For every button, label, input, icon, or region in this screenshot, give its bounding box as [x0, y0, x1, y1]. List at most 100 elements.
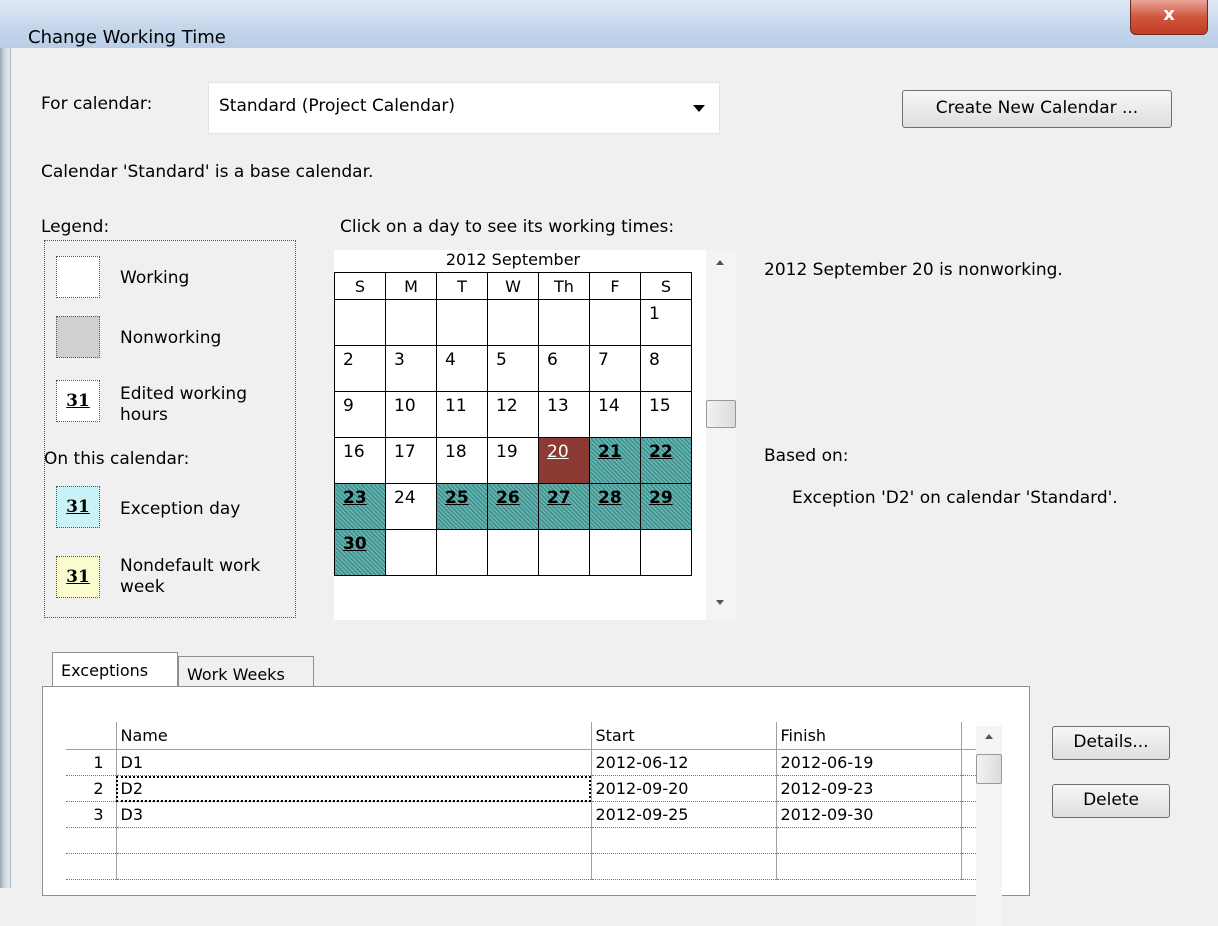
calendar-day[interactable]: 15	[640, 391, 692, 438]
day-number: 10	[394, 396, 416, 416]
calendar-day[interactable]: 30	[334, 529, 386, 576]
calendar-day[interactable]: 19	[487, 437, 539, 484]
working-swatch	[56, 256, 100, 298]
calendar-day[interactable]: 5	[487, 345, 539, 392]
empty-cell[interactable]	[776, 853, 962, 880]
column-header-start[interactable]: Start	[591, 722, 777, 750]
table-scrollbar[interactable]	[976, 726, 1002, 926]
base-calendar-note: Calendar 'Standard' is a base calendar.	[41, 162, 374, 182]
empty-table-row[interactable]	[66, 827, 996, 854]
calendar-day[interactable]: 14	[589, 391, 641, 438]
table-row[interactable]: 1 D1 2012-06-12 2012-06-19	[66, 749, 996, 776]
create-new-calendar-button[interactable]: Create New Calendar ...	[902, 90, 1172, 128]
calendar-day[interactable]: 21	[589, 437, 641, 484]
scroll-thumb[interactable]	[706, 400, 736, 428]
day-number: 13	[547, 396, 569, 416]
on-this-calendar-label: On this calendar:	[44, 449, 190, 469]
calendar-day[interactable]: 18	[436, 437, 488, 484]
calendar-day[interactable]: 13	[538, 391, 590, 438]
calendar-day[interactable]: 1	[640, 299, 692, 346]
exception-finish-cell[interactable]: 2012-09-23	[776, 775, 962, 802]
exception-name-cell[interactable]: D2	[116, 775, 592, 802]
empty-cell[interactable]	[591, 853, 777, 880]
empty-cell[interactable]	[591, 827, 777, 854]
day-number: 1	[649, 304, 660, 324]
calendar-select[interactable]: Standard (Project Calendar)	[208, 82, 720, 134]
calendar-day[interactable]: 4	[436, 345, 488, 392]
calendar-day[interactable]: 6	[538, 345, 590, 392]
calendar-day[interactable]: 12	[487, 391, 539, 438]
calendar-day[interactable]: 23	[334, 483, 386, 530]
calendar-day[interactable]: 25	[436, 483, 488, 530]
column-header-name[interactable]: Name	[116, 722, 592, 750]
table-row[interactable]: 3 D3 2012-09-25 2012-09-30	[66, 801, 996, 828]
details-button[interactable]: Details...	[1052, 726, 1170, 760]
edited-hours-swatch: 31	[56, 380, 100, 422]
scroll-up-icon[interactable]	[716, 260, 724, 265]
nonworking-swatch	[56, 316, 100, 358]
calendar-day[interactable]: 22	[640, 437, 692, 484]
tab-exceptions[interactable]: Exceptions	[52, 652, 178, 686]
empty-cell[interactable]	[776, 827, 962, 854]
month-calendar[interactable]: 2012 September S M T W Th F S 1 2 3 4 5 6 7 8 9 10 11 12 13…	[334, 250, 706, 620]
exception-finish-cell[interactable]: 2012-09-30	[776, 801, 962, 828]
calendar-day[interactable]: 28	[589, 483, 641, 530]
delete-button[interactable]: Delete	[1052, 784, 1170, 818]
exception-start-cell[interactable]: 2012-06-12	[591, 749, 777, 776]
weekday-header: Th	[538, 272, 590, 300]
scroll-up-icon[interactable]	[985, 734, 993, 739]
empty-cell[interactable]	[116, 827, 592, 854]
based-on-value: Exception 'D2' on calendar 'Standard'.	[792, 488, 1118, 508]
calendar-day[interactable]: 26	[487, 483, 539, 530]
day-number: 30	[343, 534, 367, 554]
exception-name-cell[interactable]: D3	[116, 801, 592, 828]
day-number: 5	[496, 350, 507, 370]
empty-table-row[interactable]	[66, 853, 996, 880]
calendar-day[interactable]: 29	[640, 483, 692, 530]
title-bar: Change Working Time	[0, 0, 1218, 49]
day-number: 16	[343, 442, 365, 462]
day-number: 2	[343, 350, 354, 370]
calendar-day[interactable]: 9	[334, 391, 386, 438]
empty-cell	[66, 853, 117, 880]
calendar-scrollbar[interactable]	[706, 250, 736, 620]
day-number: 20	[547, 442, 569, 462]
based-on-label: Based on:	[764, 446, 849, 466]
calendar-day[interactable]: 11	[436, 391, 488, 438]
exception-start-cell[interactable]: 2012-09-20	[591, 775, 777, 802]
weekday-header: M	[385, 272, 437, 300]
scroll-down-icon[interactable]	[716, 600, 724, 605]
legend-title: Legend:	[41, 217, 110, 237]
empty-cell	[66, 827, 117, 854]
calendar-grid[interactable]: 2012 September S M T W Th F S 1 2 3 4 5 6 7 8 9 10 11 12 13…	[334, 250, 692, 576]
column-header-finish[interactable]: Finish	[776, 722, 962, 750]
day-number: 12	[496, 396, 518, 416]
calendar-day[interactable]: 7	[589, 345, 641, 392]
calendar-month-label: 2012 September	[445, 250, 581, 269]
calendar-empty-cell	[385, 299, 437, 346]
calendar-day[interactable]: 3	[385, 345, 437, 392]
exceptions-table[interactable]: Name Start Finish 1 D1 2012-06-12 2012-06-1…	[66, 722, 996, 880]
chevron-down-icon	[693, 105, 705, 112]
tab-work-weeks[interactable]: Work Weeks	[178, 656, 314, 688]
calendar-day[interactable]: 17	[385, 437, 437, 484]
calendar-day[interactable]: 2	[334, 345, 386, 392]
calendar-day[interactable]: 27	[538, 483, 590, 530]
table-row[interactable]: 2 D2 2012-09-20 2012-09-23	[66, 775, 996, 802]
calendar-day[interactable]: 8	[640, 345, 692, 392]
calendar-day[interactable]: 16	[334, 437, 386, 484]
calendar-day[interactable]: 10	[385, 391, 437, 438]
exception-start-cell[interactable]: 2012-09-25	[591, 801, 777, 828]
exception-name-cell[interactable]: D1	[116, 749, 592, 776]
calendar-day[interactable]: 24	[385, 483, 437, 530]
close-button[interactable]: x	[1130, 0, 1208, 35]
calendar-empty-cell	[589, 529, 641, 576]
day-number: 27	[547, 488, 571, 508]
day-number: 9	[343, 396, 354, 416]
table-scroll-thumb[interactable]	[976, 754, 1002, 784]
calendar-day[interactable]: 20	[538, 437, 590, 484]
day-number: 7	[598, 350, 609, 370]
empty-cell[interactable]	[116, 853, 592, 880]
legend-exception-label: Exception day	[120, 499, 241, 519]
exception-finish-cell[interactable]: 2012-06-19	[776, 749, 962, 776]
